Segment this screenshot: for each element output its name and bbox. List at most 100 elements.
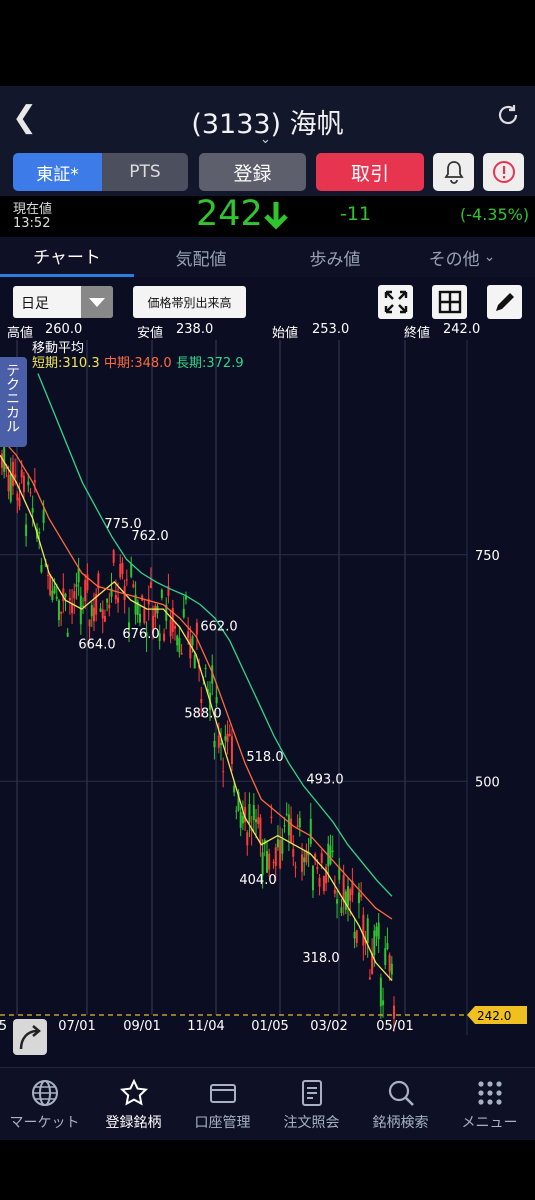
nav-watchlist[interactable]: 登録銘柄 xyxy=(89,1068,178,1141)
candle-body xyxy=(117,597,120,603)
price-change-percent: (-4.35%) xyxy=(460,205,530,224)
candle-body xyxy=(222,771,225,773)
candle-body xyxy=(112,550,115,563)
quote-time: 13:52 xyxy=(13,216,51,231)
technical-side-tab[interactable]: テクニカル xyxy=(0,357,27,447)
tab-time-and-sales[interactable]: 歩み値 xyxy=(268,237,402,277)
candle-body xyxy=(163,633,166,641)
candle-body xyxy=(149,582,152,588)
candle-body xyxy=(292,849,295,857)
scroll-latest-button[interactable] xyxy=(13,1019,47,1055)
status-bar-area xyxy=(0,0,535,86)
price-annotation: 762.0 xyxy=(131,529,168,544)
candle-body xyxy=(377,922,380,940)
candle-body xyxy=(347,886,350,906)
tab-bar: チャート 気配値 歩み値 その他 ⌄ xyxy=(0,237,535,277)
candle-body xyxy=(246,832,249,846)
candle-body xyxy=(388,954,391,972)
info-button[interactable] xyxy=(483,153,524,191)
pencil-icon xyxy=(495,293,514,311)
tab-order-book[interactable]: 気配値 xyxy=(134,237,268,277)
period-select[interactable]: 日足 xyxy=(13,286,113,318)
x-tick-label: 01/05 xyxy=(251,1019,288,1034)
candle-body xyxy=(349,889,352,901)
nav-search-label: 銘柄検索 xyxy=(372,1115,429,1131)
nav-account[interactable]: 口座管理 xyxy=(178,1068,267,1141)
nav-menu[interactable]: メニュー xyxy=(445,1068,534,1141)
candle-body xyxy=(279,840,282,869)
candle-body xyxy=(294,866,297,868)
price-chart[interactable]: 775.0762.0664.0676.0 662.0588.0518.0493.0… xyxy=(0,340,535,1035)
candle-body xyxy=(33,480,36,483)
candle-body xyxy=(373,930,376,956)
candle-body xyxy=(311,865,314,891)
candle-body xyxy=(121,562,124,574)
candle-body xyxy=(252,804,255,821)
nav-market[interactable]: マーケット xyxy=(0,1068,89,1141)
tab-chart[interactable]: チャート xyxy=(0,237,134,277)
tab-other-label: その他 xyxy=(428,249,480,270)
drawing-button[interactable] xyxy=(487,285,522,319)
candle-body xyxy=(49,574,52,596)
candle-body xyxy=(239,812,242,828)
candle-body xyxy=(193,654,196,669)
chevron-down-icon xyxy=(81,286,113,318)
candle-body xyxy=(53,586,56,594)
candle-body xyxy=(174,625,177,629)
document-icon xyxy=(301,1080,322,1106)
globe-icon xyxy=(31,1080,58,1106)
fullscreen-button[interactable] xyxy=(378,285,413,319)
candle-body xyxy=(3,446,6,472)
candle-body xyxy=(40,565,43,573)
register-button[interactable]: 登録 xyxy=(199,153,306,191)
chart-area[interactable]: 日足 価格帯別出来高 高値 260.0 安値 238.0 始値 253.0 終値… xyxy=(0,277,535,1067)
market-pts-button[interactable]: PTS xyxy=(102,153,188,191)
candle-body xyxy=(241,815,244,824)
candle-body xyxy=(42,509,45,523)
ma-short: 短期:310.3 xyxy=(32,356,100,371)
nav-account-label: 口座管理 xyxy=(194,1115,251,1131)
alert-button[interactable] xyxy=(433,153,474,191)
candle-body xyxy=(344,891,347,910)
close-label: 終値 xyxy=(404,326,431,341)
candle-body xyxy=(38,531,41,534)
bell-icon xyxy=(443,161,464,184)
candle-body xyxy=(108,604,111,609)
candle-body xyxy=(180,652,183,655)
x-tick-label: 07/01 xyxy=(58,1019,95,1034)
candle-body xyxy=(215,697,218,704)
nav-search[interactable]: 銘柄検索 xyxy=(356,1068,445,1141)
current-price: 242 xyxy=(196,194,263,234)
candle-body xyxy=(362,914,365,946)
candle-body xyxy=(233,785,236,793)
refresh-icon[interactable] xyxy=(495,102,521,128)
price-annotation: 664.0 xyxy=(78,638,115,653)
candle-body xyxy=(219,742,222,745)
layout-button[interactable] xyxy=(432,285,467,319)
candle-body xyxy=(51,590,54,601)
card-icon xyxy=(209,1084,236,1103)
nav-orders[interactable]: 注文照会 xyxy=(267,1068,356,1141)
candle-body xyxy=(386,943,389,949)
candle-body xyxy=(228,734,231,736)
system-navigation-area xyxy=(0,1140,535,1200)
chevron-down-icon: ⌄ xyxy=(483,249,496,265)
candle-body xyxy=(90,605,93,617)
current-price-label: 現在値 xyxy=(13,202,53,217)
trade-button[interactable]: 取引 xyxy=(316,153,424,191)
candle-body xyxy=(325,866,328,884)
candle-body xyxy=(270,816,273,818)
chevron-down-icon[interactable]: ⌄ xyxy=(260,132,271,147)
market-tse-button[interactable]: 東証* xyxy=(13,153,102,191)
volume-by-price-button[interactable]: 価格帯別出来高 xyxy=(133,286,246,318)
nav-menu-label: メニュー xyxy=(461,1115,518,1131)
price-annotation: 518.0 xyxy=(246,750,283,765)
candle-body xyxy=(316,866,319,870)
candle-body xyxy=(16,493,19,501)
candle-body xyxy=(195,622,198,635)
candle-body xyxy=(103,615,106,622)
tab-other[interactable]: その他 ⌄ xyxy=(402,237,522,277)
candle-body xyxy=(114,595,117,600)
candle-body xyxy=(187,631,190,639)
price-annotation: 676.0 xyxy=(122,627,159,642)
